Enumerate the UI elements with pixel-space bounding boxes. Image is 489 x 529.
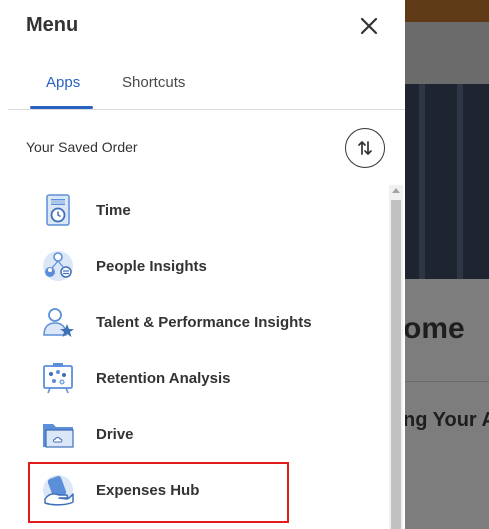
people-insights-icon	[36, 244, 80, 288]
background-heading: ome	[405, 312, 465, 345]
saved-order-label: Your Saved Order	[26, 139, 138, 155]
app-label-time: Time	[96, 201, 131, 219]
background-band	[405, 22, 489, 84]
app-label-people-insights: People Insights	[96, 257, 207, 275]
app-label-talent-performance-insights: Talent & Performance Insights	[96, 313, 312, 331]
menu-title: Menu	[26, 14, 79, 36]
scrollbar-thumb[interactable]	[391, 200, 401, 529]
app-item-drive[interactable]: Drive	[36, 410, 386, 458]
close-button[interactable]	[355, 12, 383, 40]
menu-panel: Menu Apps Shortcuts Your Saved Order Tim…	[0, 0, 405, 529]
background-page-overlay: ome ng Your A	[405, 0, 489, 529]
talent-star-icon	[36, 300, 80, 344]
app-item-people-insights[interactable]: People Insights	[36, 242, 386, 290]
sort-order-button[interactable]	[345, 128, 385, 168]
app-item-expenses-hub[interactable]: Expenses Hub	[36, 466, 386, 514]
app-label-retention-analysis: Retention Analysis	[96, 369, 231, 387]
app-label-expenses-hub: Expenses Hub	[96, 481, 200, 499]
app-label-drive: Drive	[96, 425, 134, 443]
drive-folder-icon	[36, 412, 80, 456]
app-item-retention-analysis[interactable]: Retention Analysis	[36, 354, 386, 402]
background-top-bar	[405, 0, 489, 22]
background-divider	[405, 381, 489, 382]
background-hero-image	[405, 84, 489, 279]
scroll-up-arrow[interactable]	[392, 188, 400, 193]
background-subheading: ng Your A	[405, 409, 489, 431]
tab-shortcuts[interactable]: Shortcuts	[122, 74, 185, 91]
tabs-divider	[8, 109, 405, 110]
app-item-time[interactable]: Time	[36, 186, 386, 234]
tab-apps[interactable]: Apps	[46, 74, 80, 91]
app-item-talent-performance-insights[interactable]: Talent & Performance Insights	[36, 298, 386, 346]
clock-sheet-icon	[36, 188, 80, 232]
expenses-icon	[36, 468, 80, 512]
close-icon	[360, 17, 378, 35]
retention-board-icon	[36, 356, 80, 400]
sort-arrows-icon	[358, 141, 372, 155]
